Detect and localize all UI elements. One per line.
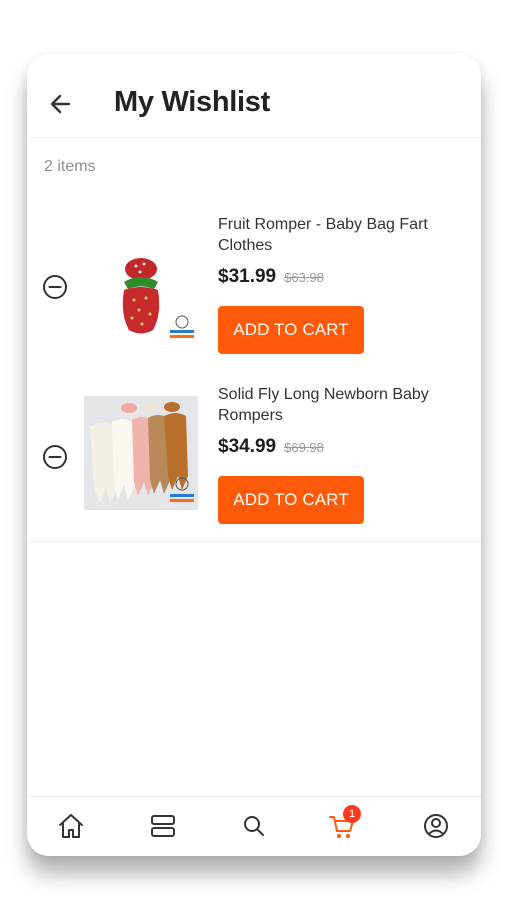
product-price: $31.99 xyxy=(218,266,277,287)
profile-icon[interactable] xyxy=(421,811,451,841)
price-row: $34.99 $69.98 xyxy=(218,436,458,458)
search-icon[interactable] xyxy=(239,811,269,841)
product-image[interactable] xyxy=(84,396,198,510)
product-info: Solid Fly Long Newborn Baby Rompers $34.… xyxy=(218,384,458,458)
original-price: $63.98 xyxy=(284,270,324,285)
cart-icon[interactable]: 1 xyxy=(327,805,361,841)
back-arrow-icon[interactable] xyxy=(47,90,75,118)
price-row: $31.99 $63.98 xyxy=(218,266,458,288)
home-icon[interactable] xyxy=(56,811,86,841)
product-info: Fruit Romper - Baby Bag Fart Clothes $31… xyxy=(218,214,458,288)
item-count: 2 items xyxy=(44,158,96,175)
remove-item-icon[interactable] xyxy=(42,444,68,470)
product-price: $34.99 xyxy=(218,436,277,457)
add-to-cart-button[interactable]: ADD TO CART xyxy=(218,476,364,524)
app-screen: My Wishlist 2 items Fruit Romper - Baby … xyxy=(27,54,481,856)
bottom-nav: 1 xyxy=(27,796,481,856)
page-title: My Wishlist xyxy=(114,86,270,118)
product-name[interactable]: Solid Fly Long Newborn Baby Rompers xyxy=(218,384,458,426)
cart-badge: 1 xyxy=(343,805,361,823)
add-to-cart-button[interactable]: ADD TO CART xyxy=(218,306,364,354)
wishlist-item: Fruit Romper - Baby Bag Fart Clothes $31… xyxy=(27,204,481,364)
wishlist-item: Solid Fly Long Newborn Baby Rompers $34.… xyxy=(27,374,481,542)
remove-item-icon[interactable] xyxy=(42,274,68,300)
original-price: $69.98 xyxy=(284,440,324,455)
product-name[interactable]: Fruit Romper - Baby Bag Fart Clothes xyxy=(218,214,458,256)
header: My Wishlist xyxy=(27,54,481,138)
categories-icon[interactable] xyxy=(148,811,178,841)
product-image[interactable] xyxy=(84,234,198,348)
